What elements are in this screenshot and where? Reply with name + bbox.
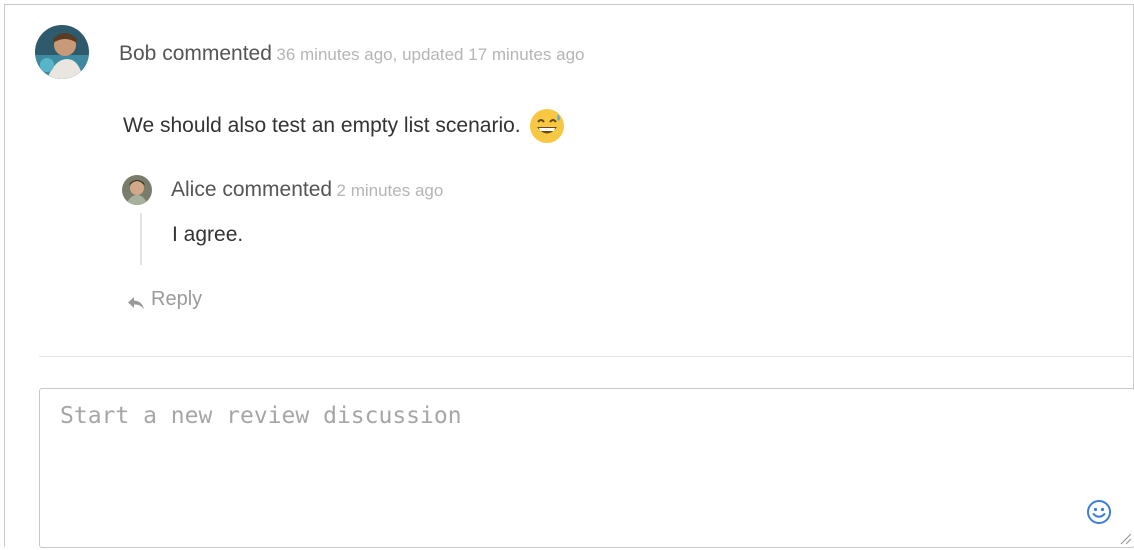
reply-button[interactable]: Reply [127,288,202,311]
reply-arrow-icon [127,293,145,309]
comment-header: Bob commented 36 minutes ago, updated 17… [119,42,584,66]
resize-handle[interactable] [1118,531,1132,545]
review-panel: Bob commented 36 minutes ago, updated 17… [4,4,1134,548]
section-divider [39,356,1134,357]
reply-author[interactable]: Alice commented [171,178,332,201]
reply-timestamp: 2 minutes ago [336,181,444,200]
comment-author[interactable]: Bob commented [119,42,272,65]
alice-avatar[interactable] [122,175,152,205]
comment-body: We should also test an empty list scenar… [123,108,565,144]
bob-avatar[interactable] [35,25,89,79]
reply-header: Alice commented 2 minutes ago [171,178,443,202]
new-discussion-input[interactable] [40,389,1134,547]
comment-text: We should also test an empty list scenar… [123,114,521,137]
reply-thread-line [140,213,142,265]
reply-text: I agree. [172,223,244,246]
sweat-smile-emoji-icon [529,108,565,144]
new-discussion-box [39,388,1134,548]
smiley-icon[interactable] [1086,499,1112,525]
reply-label: Reply [151,288,203,310]
comment-timestamp: 36 minutes ago, updated 17 minutes ago [276,45,585,64]
